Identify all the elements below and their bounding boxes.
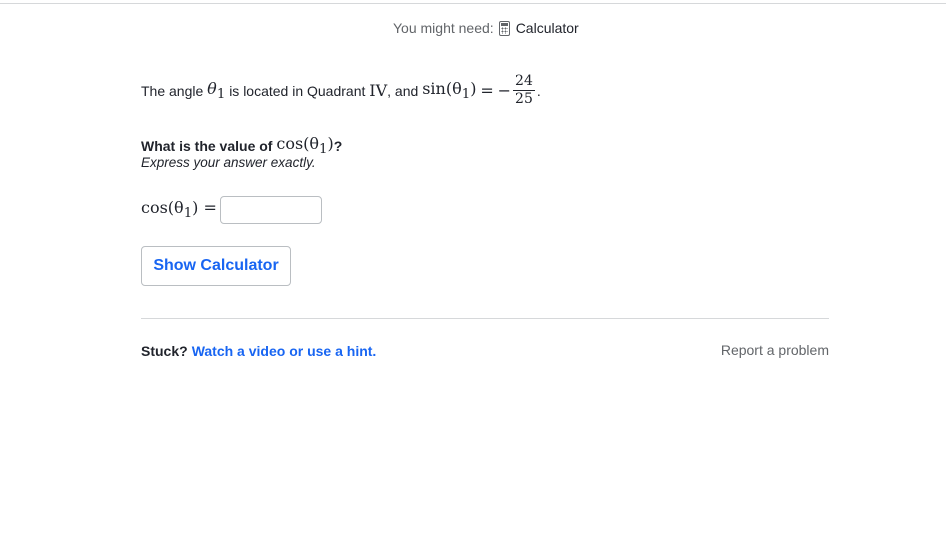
sin-subscript: 1 [461,87,471,103]
answer-cos-subscript: 1 [183,206,193,222]
footer-divider [141,318,829,319]
theta-char: θ [207,78,217,98]
answer-input[interactable] [219,196,322,224]
report-problem-link[interactable]: Report a problem [721,342,829,358]
fraction-numerator: 24 [515,73,533,89]
top-divider [0,3,946,4]
fraction-denominator: 25 [515,91,533,107]
answer-cos-close-paren: ) [192,198,199,218]
sin-close-paren: ) [470,78,477,98]
helper-tools: You might need: Calculator [393,20,579,36]
question-cos-function: cos(θ [276,134,320,153]
problem-period: . [536,82,541,99]
question-mark: ? [333,137,343,154]
cos-expression: cos(θ1) [276,134,333,157]
calculator-label: Calculator [515,20,579,36]
problem-text-before: The angle [141,82,204,99]
theta-symbol: θ1 [207,79,225,102]
answer-cos-function: cos(θ [141,198,184,218]
answer-label: cos(θ1) = [141,198,217,221]
hint-link[interactable]: Watch a video or use a hint. [192,343,377,359]
equals-sign: = [480,81,494,100]
stuck-section: Stuck? Watch a video or use a hint. [141,343,376,359]
answer-equals-sign: = [203,198,217,218]
fraction: 24 25 [513,73,535,108]
quadrant-label: IV [369,81,388,100]
calculator-icon [498,20,510,36]
minus-sign: − [497,81,512,100]
sin-function: sin(θ [422,78,462,98]
problem-text-mid: is located in Quadrant [229,82,366,99]
answer-row: cos(θ1) = [141,196,322,224]
sin-expression: sin(θ1) [422,79,476,102]
answer-instruction: Express your answer exactly. [141,155,316,170]
theta-subscript: 1 [216,87,226,103]
question-cos-subscript: 1 [319,142,328,158]
question-prompt: What is the value of cos(θ1) ? [141,134,342,157]
question-text: What is the value of [141,137,273,154]
problem-text-after: , and [387,82,419,99]
stuck-label: Stuck? [141,343,188,359]
problem-statement: The angle θ1 is located in Quadrant IV ,… [141,73,541,108]
show-calculator-button[interactable]: Show Calculator [141,246,291,286]
helper-prefix: You might need: [393,20,494,36]
